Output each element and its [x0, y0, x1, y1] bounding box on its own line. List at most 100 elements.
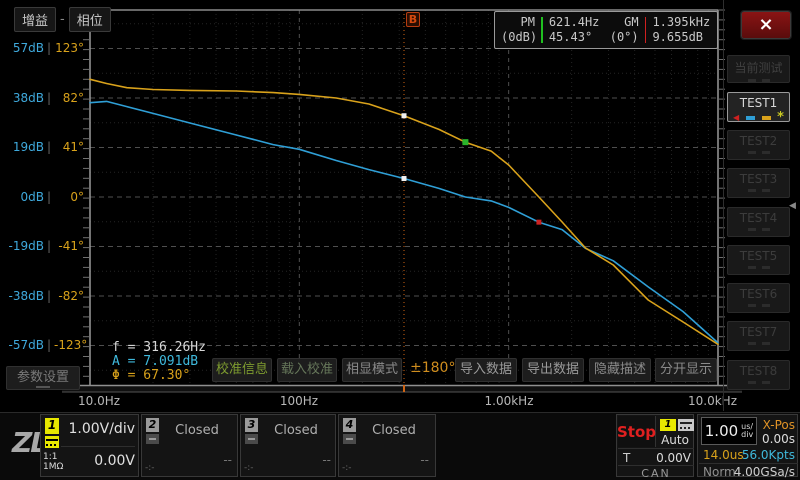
pm-label: PM: [501, 15, 535, 30]
ch1-number-badge: 1: [45, 418, 59, 434]
phase-display-mode-button[interactable]: 相显模式: [342, 358, 402, 382]
gain-tick: -57dB: [0, 337, 44, 353]
gain-tick: 38dB: [0, 90, 44, 106]
margin-measurements: PM (0dB) 621.4Hz 45.43° GM (0°) 1.395kHz…: [494, 11, 718, 49]
cursor-phase-readout: Φ = 67.30°: [112, 369, 206, 383]
gm-ref: (0°): [610, 30, 639, 45]
ch2-time: -:-: [145, 463, 155, 473]
split-display-button[interactable]: 分开显示: [655, 358, 717, 382]
freq-tick-100hz: 100Hz: [280, 394, 318, 408]
test-star-icon: *: [777, 115, 784, 121]
test8-button[interactable]: TEST8: [727, 360, 790, 390]
ch4-number-badge: 4: [343, 418, 356, 432]
pm-freq: 621.4Hz: [549, 15, 604, 30]
xpos-label: X-Pos: [758, 418, 795, 432]
import-data-button[interactable]: 导入数据: [455, 358, 517, 382]
parameter-settings-button[interactable]: 参数设置: [6, 366, 80, 390]
ch3-number-badge: 3: [245, 418, 258, 432]
channel3-panel[interactable]: 3 -:- Closed --: [240, 414, 336, 477]
test3-button[interactable]: TEST3: [727, 168, 790, 198]
mode-toggle: 增益 - 相位: [14, 7, 111, 32]
calibration-info-button[interactable]: 校准信息: [212, 358, 272, 382]
current-test-button[interactable]: 当前测试: [727, 55, 790, 83]
xpos-value: 0.00s: [758, 432, 795, 446]
ch1-scale: 1.00V/div: [61, 421, 135, 437]
freq-tick-1khz: 1.00kHz: [485, 394, 534, 408]
memory-depth: 56.0Kpts: [738, 448, 795, 462]
test6-button[interactable]: TEST6: [727, 283, 790, 313]
test2-button[interactable]: TEST2: [727, 130, 790, 160]
freq-tick-10hz: 10.0Hz: [78, 394, 120, 408]
collapse-panel-icon[interactable]: ◀: [789, 201, 796, 211]
gm-label: GM: [610, 15, 639, 30]
channel4-panel[interactable]: 4 -:- Closed --: [338, 414, 436, 477]
gain-tick: 0dB: [0, 189, 44, 205]
phase-tick: -41°: [54, 238, 84, 254]
gain-tick: -19dB: [0, 238, 44, 254]
ch2-number-badge: 2: [146, 418, 159, 432]
phase-range-label: ±180°: [410, 360, 455, 376]
trigger-mode: Auto: [657, 433, 693, 447]
phase-tick: 123°: [54, 40, 84, 56]
phase-mode-button[interactable]: 相位: [69, 7, 111, 32]
trigger-panel[interactable]: Stop 1 Auto T 0.00V CAN: [616, 414, 694, 477]
trigger-bus: CAN: [617, 467, 695, 480]
ch4-coupling-box: [343, 434, 356, 444]
ch4-value: --: [357, 453, 429, 467]
gm-value: 9.655dB: [652, 30, 711, 45]
cursor-b-flag[interactable]: B: [406, 12, 420, 27]
test7-button[interactable]: TEST7: [727, 321, 790, 351]
phase-tick: 41°: [54, 139, 84, 155]
gain-tick: -38dB: [0, 288, 44, 304]
oscilloscope-bode-screen: 增益 - 相位 57dB|123° 38dB|82° 19dB|41° 0dB|…: [0, 0, 800, 480]
sample-rate: 4.00GSa/s: [728, 465, 795, 479]
ch3-status: Closed: [259, 423, 333, 438]
cursor-gain-readout: A = 7.091dB: [112, 355, 206, 369]
trigger-t-label: T: [623, 451, 630, 465]
ch4-status: Closed: [357, 423, 431, 438]
close-button[interactable]: ×: [741, 11, 791, 39]
test1-button[interactable]: TEST1 ◀ *: [727, 92, 790, 122]
cursor-readout: f = 316.26Hz A = 7.091dB Φ = 67.30°: [112, 341, 206, 383]
channel1-panel[interactable]: 1 1:1 1MΩ 1.00V/div 0.00V: [40, 414, 139, 477]
ch2-status: Closed: [160, 423, 234, 438]
ch2-coupling-box: [146, 434, 159, 444]
ch1-offset: 0.00V: [61, 453, 135, 469]
timebase-panel: 1.00 us/ div X-Pos 0.00s 14.0us 56.0Kpts…: [697, 414, 798, 477]
pm-value: 45.43°: [549, 30, 604, 45]
ch3-time: -:-: [244, 463, 254, 473]
hide-description-button[interactable]: 隐藏描述: [589, 358, 651, 382]
pm-ref: (0dB): [501, 30, 535, 45]
gm-freq: 1.395kHz: [652, 15, 711, 30]
ch3-coupling-box: [245, 434, 258, 444]
mode-separator: -: [60, 12, 65, 27]
run-state-box[interactable]: Stop: [618, 416, 656, 447]
trigger-coupling-icon: [678, 419, 694, 431]
timebase-scale-box[interactable]: 1.00 us/ div: [701, 417, 757, 445]
gain-mode-button[interactable]: 增益: [14, 7, 56, 32]
channel2-panel[interactable]: 2 -:- Closed --: [141, 414, 238, 477]
test5-button[interactable]: TEST5: [727, 245, 790, 275]
phase-tick: 0°: [54, 189, 84, 205]
load-calibration-button[interactable]: 载入校准: [277, 358, 337, 382]
run-state: Stop: [617, 423, 656, 441]
phase-tick: -82°: [54, 288, 84, 304]
ch1-dc-coupling-icon: [45, 436, 59, 448]
test-active-marker-icon: ◀: [733, 113, 739, 122]
test4-button[interactable]: TEST4: [727, 207, 790, 237]
gain-tick: 57dB: [0, 40, 44, 56]
timebase-unit: us/ div: [741, 423, 753, 439]
ch4-time: -:-: [342, 463, 352, 473]
ch3-value: --: [259, 453, 331, 467]
timebase-scale: 1.00: [705, 422, 738, 440]
cursor-freq-readout: f = 316.26Hz: [112, 341, 206, 355]
phase-tick: -123°: [54, 337, 84, 353]
panel-divider: [723, 0, 724, 411]
gain-trace-swatch-icon: [746, 116, 755, 120]
close-icon: ×: [758, 14, 773, 35]
export-data-button[interactable]: 导出数据: [522, 358, 584, 382]
pm-marker-bar: [541, 17, 543, 43]
phase-trace-swatch-icon: [762, 116, 771, 120]
gain-tick: 19dB: [0, 139, 44, 155]
bode-plot: [0, 0, 800, 480]
